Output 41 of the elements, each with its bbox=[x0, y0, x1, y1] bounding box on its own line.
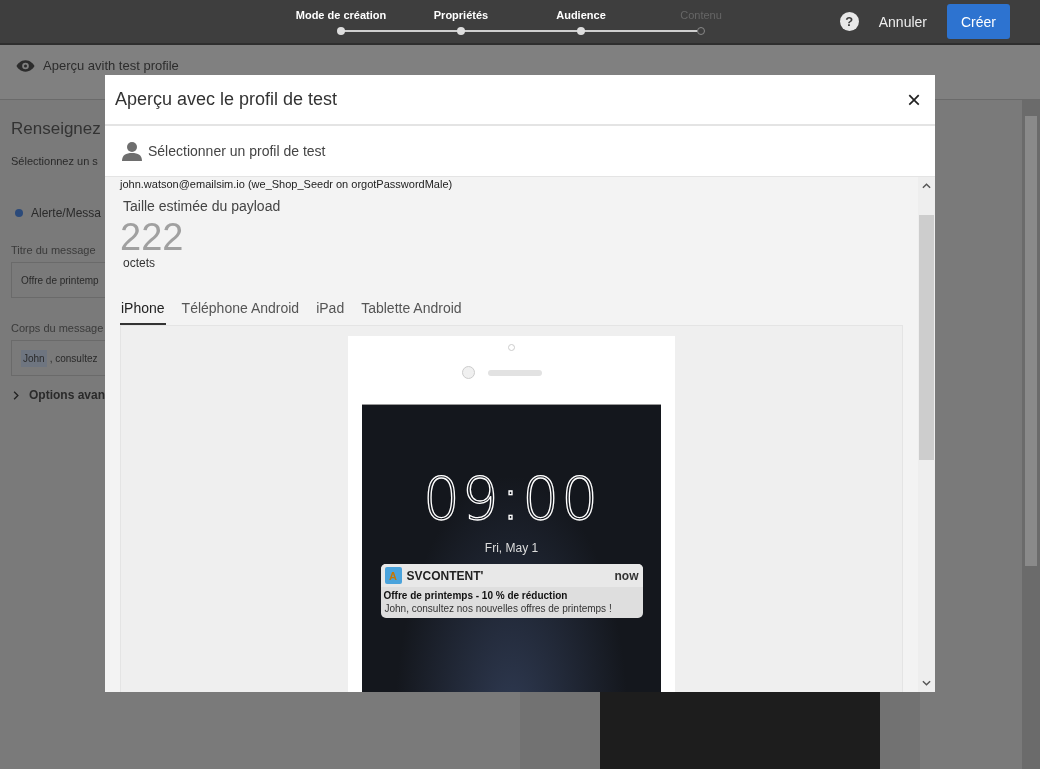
page-title: Aperçu avith test profile bbox=[43, 58, 179, 73]
radio-button[interactable] bbox=[15, 209, 23, 217]
cancel-button[interactable]: Annuler bbox=[872, 13, 933, 30]
profile-text: john.watson@emailsim.io (we_Shop_Seedr on orgotPasswordMale) bbox=[120, 178, 454, 190]
intro-text: Sélectionnez un s bbox=[11, 155, 99, 167]
field-label: Corps du message bbox=[11, 322, 105, 334]
radio-label: Alerte/Messa bbox=[31, 206, 102, 220]
payload-unit: octets bbox=[122, 256, 156, 270]
field-label: Titre du message bbox=[11, 244, 97, 256]
help-button[interactable]: ? bbox=[839, 12, 859, 31]
create-button[interactable]: Créer bbox=[947, 4, 1010, 39]
speaker-icon bbox=[487, 369, 542, 376]
date-text: Fri, May 1 bbox=[484, 541, 539, 555]
device-tab[interactable]: iPad bbox=[315, 300, 346, 325]
dialog-title: Aperçu avec le profil de test bbox=[115, 89, 338, 110]
app-name: SVCONTENT' bbox=[406, 568, 484, 583]
close-button[interactable]: × bbox=[907, 87, 921, 112]
chevron-icon bbox=[13, 389, 19, 401]
select-profile-button[interactable]: Sélectionner un profil de test bbox=[148, 143, 326, 159]
name-token: John bbox=[21, 349, 47, 367]
step-label: Mode de création bbox=[295, 8, 387, 23]
dialog-scrollbar[interactable] bbox=[918, 177, 935, 692]
body-text: , consultez bbox=[49, 352, 98, 364]
notification-title: Offre de printemps - 10 % de réduction bbox=[382, 589, 569, 601]
device-tab[interactable]: Téléphone Android bbox=[180, 300, 301, 325]
step-label: Propriétés bbox=[433, 8, 489, 23]
notification-time: now bbox=[614, 568, 639, 583]
device-tab[interactable]: Tablette Android bbox=[360, 300, 463, 325]
scroll-up-icon[interactable] bbox=[922, 183, 931, 189]
camera-icon bbox=[461, 366, 475, 379]
section-title: Renseignez bbox=[11, 119, 102, 139]
eye-icon bbox=[16, 59, 35, 73]
payload-label: Taille estimée du payload bbox=[122, 198, 282, 214]
payload-value: 222 bbox=[120, 218, 185, 256]
page-scrollbar[interactable] bbox=[1022, 100, 1040, 769]
step-label: Audience bbox=[556, 8, 606, 23]
person-icon bbox=[122, 141, 142, 161]
clock-text: 09:00 bbox=[422, 469, 601, 529]
app-icon: A bbox=[384, 567, 402, 584]
notification-body: John, consultez nos nouvelles offres de printemps ! bbox=[383, 602, 613, 616]
scroll-down-icon[interactable] bbox=[922, 680, 931, 686]
